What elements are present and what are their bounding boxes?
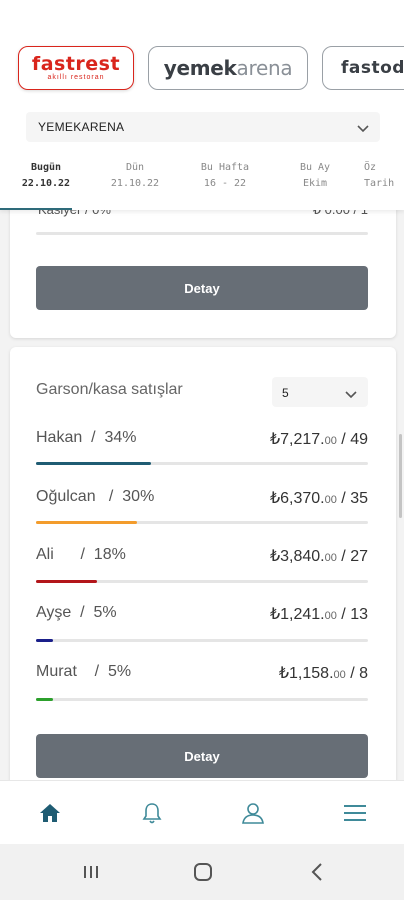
staff-amount: ₺7,217.00 / 49 bbox=[269, 431, 368, 448]
fastodo-logo: fastodo bbox=[341, 58, 404, 78]
date-tabs: Bugün 22.10.22 Dün 21.10.22 Bu Hafta 16 … bbox=[0, 160, 404, 210]
chevron-down-icon bbox=[356, 121, 370, 139]
sales-row: Oğulcan / 30% ₺6,370.00 / 35 bbox=[36, 488, 368, 508]
back-icon[interactable] bbox=[305, 862, 329, 882]
count-select[interactable]: 5 bbox=[272, 377, 368, 407]
staff-name: Ayşe / 5% bbox=[36, 604, 117, 621]
brand-fastrest-button[interactable]: fastrest akıllı restoran bbox=[18, 46, 134, 90]
home-button-icon[interactable] bbox=[191, 862, 215, 882]
sales-row: Ali / 18% ₺3,840.00 / 27 bbox=[36, 546, 368, 566]
detail-button[interactable]: Detay bbox=[36, 734, 368, 778]
bell-icon[interactable] bbox=[138, 799, 166, 827]
brand-selector: fastrest akıllı restoran yemekarena fast… bbox=[18, 46, 404, 90]
sales-row: Hakan / 34% ₺7,217.00 / 49 bbox=[36, 429, 368, 449]
staff-amount: ₺3,840.00 / 27 bbox=[269, 548, 368, 565]
tab-today[interactable]: Bugün 22.10.22 bbox=[6, 160, 86, 192]
progress-track bbox=[36, 639, 368, 642]
waiter-sales-card: Garson/kasa satışlar 5 Hakan / 34% ₺7,21… bbox=[10, 347, 396, 787]
progress-track bbox=[36, 462, 368, 465]
card-title: Garson/kasa satışlar bbox=[36, 381, 183, 398]
progress-fill bbox=[36, 698, 53, 701]
progress-track bbox=[36, 580, 368, 583]
app-screen: fastrest akıllı restoran yemekarena fast… bbox=[0, 0, 404, 900]
staff-name: Murat / 5% bbox=[36, 663, 132, 680]
sales-row: Ayşe / 5% ₺1,241.00 / 13 bbox=[36, 604, 368, 624]
progress-track bbox=[36, 521, 368, 524]
progress-fill bbox=[36, 521, 138, 524]
progress-fill bbox=[36, 580, 97, 583]
user-icon[interactable] bbox=[239, 799, 267, 827]
progress-fill bbox=[36, 462, 151, 465]
restaurant-select[interactable]: YEMEKARENA bbox=[26, 112, 380, 142]
home-icon[interactable] bbox=[36, 799, 64, 827]
staff-name: Ali / 18% bbox=[36, 546, 126, 563]
staff-name: Hakan / 34% bbox=[36, 429, 137, 446]
progress-fill bbox=[36, 639, 53, 642]
scrollbar[interactable] bbox=[399, 434, 402, 518]
staff-amount: ₺1,158.00 / 8 bbox=[278, 665, 368, 682]
fastrest-logo: fastrest bbox=[31, 53, 121, 75]
sales-row: Murat / 5% ₺1,158.00 / 8 bbox=[36, 663, 368, 683]
chevron-down-icon bbox=[344, 387, 358, 405]
brand-yemekarena-button[interactable]: yemekarena bbox=[148, 46, 308, 90]
active-tab-indicator bbox=[0, 208, 72, 210]
staff-name: Oğulcan / 30% bbox=[36, 488, 155, 505]
tab-custom-date[interactable]: Öz Tarih bbox=[364, 160, 404, 192]
tab-yesterday[interactable]: Dün 21.10.22 bbox=[95, 160, 175, 192]
staff-amount: ₺6,370.00 / 35 bbox=[269, 490, 368, 507]
detail-button[interactable]: Detay bbox=[36, 266, 368, 310]
bottom-nav bbox=[0, 780, 404, 844]
staff-amount: ₺1,241.00 / 13 bbox=[269, 606, 368, 623]
progress-track bbox=[36, 232, 368, 235]
restaurant-select-value: YEMEKARENA bbox=[38, 120, 125, 134]
menu-icon[interactable] bbox=[341, 799, 369, 827]
recent-apps-icon[interactable] bbox=[79, 862, 103, 882]
system-nav-bar bbox=[0, 844, 404, 900]
fastrest-tagline: akıllı restoran bbox=[47, 74, 105, 81]
count-select-value: 5 bbox=[282, 386, 289, 400]
tab-this-week[interactable]: Bu Hafta 16 - 22 bbox=[185, 160, 265, 192]
header: fastrest akıllı restoran yemekarena fast… bbox=[0, 0, 404, 210]
tab-this-month[interactable]: Bu Ay Ekim bbox=[275, 160, 355, 192]
brand-fastodo-button[interactable]: fastodo bbox=[322, 46, 404, 90]
progress-track bbox=[36, 698, 368, 701]
yemekarena-logo: yemekarena bbox=[163, 56, 293, 80]
